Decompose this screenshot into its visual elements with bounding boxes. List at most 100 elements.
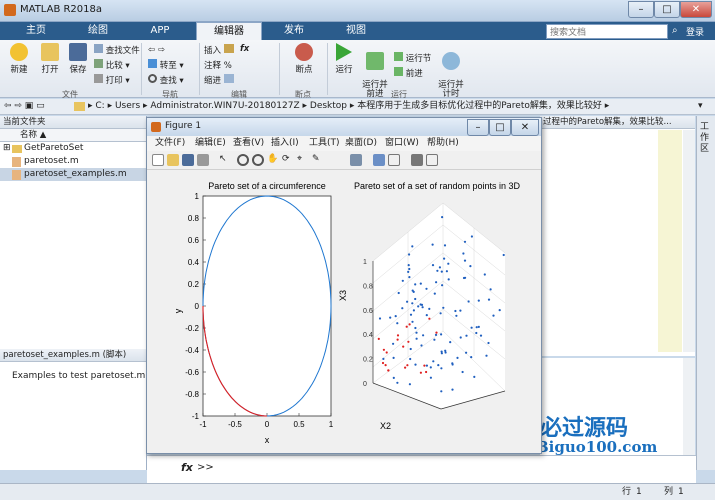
list-item[interactable]: ⊞ GetParetoSet [0, 142, 146, 155]
tab-apps[interactable]: APP [132, 22, 188, 40]
close-button[interactable]: ✕ [680, 1, 712, 18]
scatter-point [439, 312, 442, 315]
chart1-axes[interactable] [202, 195, 332, 417]
scatter-point [477, 325, 480, 328]
scatter-point [378, 317, 382, 320]
maximize-button[interactable]: □ [654, 1, 680, 18]
goto-icon [148, 59, 157, 68]
search-input[interactable] [546, 24, 668, 39]
chart1-ylabel: y [173, 308, 183, 313]
minimize-button[interactable]: – [628, 1, 654, 18]
advance-icon [394, 67, 403, 76]
edit-extra-icons[interactable] [254, 44, 268, 86]
menu-edit[interactable]: 编辑(E) [195, 136, 226, 150]
indent-button[interactable]: 缩进 [204, 74, 234, 86]
search-icon[interactable]: ⌕ [672, 25, 684, 37]
rotate-icon[interactable]: ⟳ [282, 154, 294, 166]
run-button[interactable]: 运行 [330, 43, 358, 75]
scatter-point [408, 276, 411, 279]
fx-button[interactable]: fx [240, 44, 249, 54]
run-section-button[interactable]: 运行节 [394, 52, 431, 64]
ribbon: 新建 打开 保存 查找文件 比较 ▾ 打印 ▾ 文件 ⇦ ⇨ 转至 ▾ 查找 ▾… [0, 40, 715, 99]
comment-button[interactable]: 注释 % [204, 59, 232, 71]
pan-icon[interactable]: ✋ [267, 154, 279, 166]
scatter-point [442, 306, 445, 309]
open-button[interactable]: 打开 [36, 43, 64, 75]
figure-window[interactable]: Figure 1 – □ ✕ 文件(F) 编辑(E) 查看(V) 插入(I) 工… [146, 117, 542, 454]
insert-button[interactable]: 插入 [204, 44, 234, 56]
show-tools-icon[interactable] [426, 154, 438, 166]
zoom-out-icon[interactable] [252, 154, 264, 166]
link-plot-icon[interactable] [350, 154, 362, 166]
find-button[interactable]: 查找 ▾ [148, 74, 184, 86]
editor-scrollbar[interactable] [683, 130, 695, 352]
tab-publish[interactable]: 发布 [266, 22, 322, 40]
tab-view[interactable]: 视图 [328, 22, 384, 40]
scatter-point [407, 264, 410, 267]
goto-button[interactable]: 转至 ▾ [148, 59, 184, 71]
brush-icon[interactable]: ✎ [312, 154, 324, 166]
hide-tools-icon[interactable] [411, 154, 423, 166]
scatter-point [462, 252, 465, 255]
figure-minimize-button[interactable]: – [467, 119, 489, 136]
menu-view[interactable]: 查看(V) [233, 136, 264, 150]
scatter-point [433, 338, 436, 341]
scatter-point [463, 259, 467, 262]
save-figure-icon[interactable] [182, 154, 194, 166]
colorbar-icon[interactable] [373, 154, 385, 166]
scatter-point [436, 269, 439, 272]
menu-help[interactable]: 帮助(H) [427, 136, 459, 150]
scatter-point [459, 336, 462, 339]
x-tick-label: 0 [265, 420, 270, 429]
scatter-point [414, 297, 417, 301]
tab-home[interactable]: 主页 [8, 22, 64, 40]
expand-icon[interactable]: ⊞ [3, 142, 11, 155]
advance-button[interactable]: 前进 [394, 67, 423, 79]
breadcrumb[interactable]: ▸ C: ▸ Users ▸ Administrator.WIN7U-20180… [88, 99, 609, 114]
new-figure-icon[interactable] [152, 154, 164, 166]
workspace-label[interactable]: 工作区 [700, 122, 712, 155]
address-bar[interactable]: ⇦ ⇨ ▣ ▭ ▸ C: ▸ Users ▸ Administrator.WIN… [0, 99, 715, 115]
scatter-point [444, 349, 447, 352]
save-button[interactable]: 保存 [64, 43, 92, 75]
print-button[interactable]: 打印 ▾ [94, 74, 130, 86]
list-item-selected[interactable]: paretoset_examples.m [0, 168, 146, 181]
zoom-in-icon[interactable] [237, 154, 249, 166]
scatter-point [389, 316, 392, 319]
nav-arrows[interactable]: ⇦ ⇨ ▣ ▭ [4, 99, 45, 114]
editor-tab[interactable]: 过程中的Pareto解集，效果比较... [540, 116, 695, 129]
menu-file[interactable]: 文件(F) [155, 136, 185, 150]
find-files-button[interactable]: 查找文件 [94, 44, 140, 56]
scatter-point [467, 300, 470, 303]
scatter-point [411, 320, 414, 323]
menu-desktop[interactable]: 桌面(D) [345, 136, 377, 150]
list-item[interactable]: paretoset.m [0, 155, 146, 168]
legend-icon[interactable] [388, 154, 400, 166]
column-header[interactable]: 名称 ▲ [0, 129, 146, 142]
editor-panel[interactable]: 过程中的Pareto解集，效果比较... [540, 116, 695, 356]
figure-title-bar[interactable]: Figure 1 – □ ✕ [147, 118, 541, 136]
data-cursor-icon[interactable]: ⌖ [297, 154, 309, 166]
scatter-point [406, 300, 409, 303]
back-forward-buttons[interactable]: ⇦ ⇨ [148, 45, 165, 55]
figure-canvas[interactable]: Pareto set of a circumference -1 -0.5 0 0.5… [148, 171, 541, 453]
login-link[interactable]: 登录 [686, 25, 704, 38]
new-button[interactable]: 新建 [4, 43, 34, 75]
breakpoints-button[interactable]: 断点 [286, 43, 322, 75]
plot-area[interactable]: Pareto set of a circumference -1 -0.5 0 0.5… [148, 171, 541, 453]
tab-editor[interactable]: 编辑器 [196, 22, 262, 40]
menu-window[interactable]: 窗口(W) [385, 136, 419, 150]
menu-tools[interactable]: 工具(T) [309, 136, 340, 150]
menu-insert[interactable]: 插入(I) [271, 136, 299, 150]
col-label: 列 [664, 487, 674, 497]
print-figure-icon[interactable] [197, 154, 209, 166]
compare-button[interactable]: 比较 ▾ [94, 59, 130, 71]
tab-plots[interactable]: 绘图 [70, 22, 126, 40]
current-folder-panel: 当前文件夹 名称 ▲ ⊞ GetParetoSet paretoset.m pa… [0, 116, 147, 470]
panel-header: 当前文件夹 [0, 116, 146, 129]
figure-close-button[interactable]: ✕ [511, 119, 539, 136]
open-file-icon[interactable] [167, 154, 179, 166]
address-dropdown[interactable]: ▾ [698, 99, 703, 114]
pointer-icon[interactable]: ↖ [219, 154, 231, 166]
figure-maximize-button[interactable]: □ [489, 119, 511, 136]
